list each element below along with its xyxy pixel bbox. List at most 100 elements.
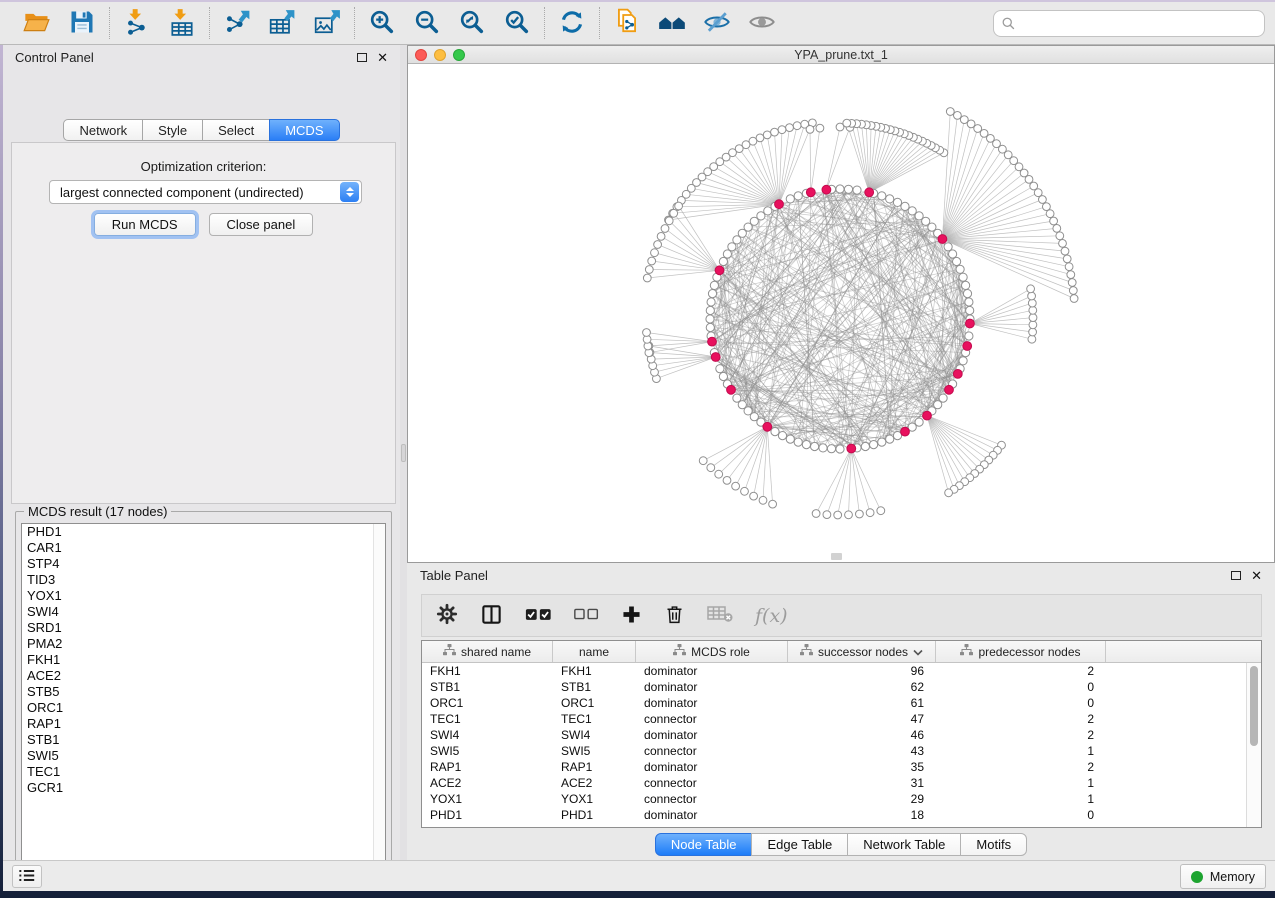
mcds-node-item[interactable]: SRD1: [22, 620, 385, 636]
tab-node-table[interactable]: Node Table: [655, 833, 753, 856]
table-cell[interactable]: 46: [788, 728, 936, 742]
table-cell[interactable]: 35: [788, 760, 936, 774]
table-cell[interactable]: 1: [936, 792, 1106, 806]
task-history-button[interactable]: [12, 865, 42, 888]
tab-style[interactable]: Style: [142, 119, 203, 141]
close-panel-button[interactable]: Close panel: [209, 213, 314, 236]
tab-select[interactable]: Select: [202, 119, 270, 141]
column-header-name[interactable]: name: [553, 641, 636, 662]
table-cell[interactable]: dominator: [636, 664, 788, 678]
table-cell[interactable]: TEC1: [422, 712, 553, 726]
function-builder-button[interactable]: f(x): [755, 601, 788, 631]
table-cell[interactable]: PHD1: [422, 808, 553, 822]
table-cell[interactable]: connector: [636, 712, 788, 726]
table-cell[interactable]: TEC1: [553, 712, 636, 726]
show-all-button[interactable]: [745, 6, 779, 40]
hide-selected-button[interactable]: [700, 6, 734, 40]
table-cell[interactable]: 1: [936, 776, 1106, 790]
tab-edge-table[interactable]: Edge Table: [751, 833, 848, 856]
table-row[interactable]: ORC1ORC1dominator610: [422, 695, 1246, 711]
table-cell[interactable]: 47: [788, 712, 936, 726]
zoom-out-button[interactable]: [410, 6, 444, 40]
table-cell[interactable]: FKH1: [553, 664, 636, 678]
table-cell[interactable]: connector: [636, 792, 788, 806]
table-row[interactable]: RAP1RAP1dominator352: [422, 759, 1246, 775]
table-cell[interactable]: connector: [636, 744, 788, 758]
column-header-shared-name[interactable]: shared name: [422, 641, 553, 662]
table-cell[interactable]: 2: [936, 728, 1106, 742]
table-cell[interactable]: FKH1: [422, 664, 553, 678]
mcds-node-item[interactable]: FKH1: [22, 652, 385, 668]
mcds-node-item[interactable]: SWI4: [22, 604, 385, 620]
table-cell[interactable]: 2: [936, 760, 1106, 774]
network-view[interactable]: [408, 64, 1274, 562]
mcds-node-item[interactable]: STB5: [22, 684, 385, 700]
zoom-selected-button[interactable]: [500, 6, 534, 40]
table-cell[interactable]: SWI5: [553, 744, 636, 758]
table-row[interactable]: YOX1YOX1connector291: [422, 791, 1246, 807]
table-cell[interactable]: PHD1: [553, 808, 636, 822]
delete-table-button[interactable]: [707, 601, 733, 631]
tab-network-table[interactable]: Network Table: [847, 833, 961, 856]
delete-column-button[interactable]: [664, 601, 685, 631]
zoom-fit-button[interactable]: [455, 6, 489, 40]
table-cell[interactable]: RAP1: [422, 760, 553, 774]
export-table-button[interactable]: [265, 6, 299, 40]
refresh-view-button[interactable]: [555, 6, 589, 40]
mcds-node-item[interactable]: CAR1: [22, 540, 385, 556]
table-cell[interactable]: 2: [936, 712, 1106, 726]
mcds-node-item[interactable]: ORC1: [22, 700, 385, 716]
table-row[interactable]: ACE2ACE2connector311: [422, 775, 1246, 791]
mcds-node-item[interactable]: TEC1: [22, 764, 385, 780]
export-network-button[interactable]: [220, 6, 254, 40]
table-cell[interactable]: ACE2: [422, 776, 553, 790]
import-network-button[interactable]: [120, 6, 154, 40]
table-cell[interactable]: 43: [788, 744, 936, 758]
table-settings-button[interactable]: [436, 601, 458, 631]
table-row[interactable]: FKH1FKH1dominator962: [422, 663, 1246, 679]
table-cell[interactable]: YOX1: [422, 792, 553, 806]
table-cell[interactable]: YOX1: [553, 792, 636, 806]
table-cell[interactable]: dominator: [636, 808, 788, 822]
table-cell[interactable]: SWI4: [553, 728, 636, 742]
panel-splitter[interactable]: [400, 45, 407, 860]
table-cell[interactable]: ORC1: [553, 696, 636, 710]
tab-mcds[interactable]: MCDS: [269, 119, 339, 141]
float-panel-icon[interactable]: [357, 53, 367, 62]
zoom-in-button[interactable]: [365, 6, 399, 40]
table-row[interactable]: STB1STB1dominator620: [422, 679, 1246, 695]
table-cell[interactable]: RAP1: [553, 760, 636, 774]
tab-network[interactable]: Network: [63, 119, 143, 141]
deselect-all-rows-button[interactable]: [574, 601, 599, 631]
network-window-titlebar[interactable]: YPA_prune.txt_1: [408, 46, 1274, 64]
mcds-node-item[interactable]: YOX1: [22, 588, 385, 604]
close-panel-icon[interactable]: ✕: [377, 51, 388, 64]
table-cell[interactable]: 29: [788, 792, 936, 806]
close-panel-icon[interactable]: ✕: [1251, 569, 1262, 582]
table-cell[interactable]: 31: [788, 776, 936, 790]
network-graph[interactable]: [408, 64, 1274, 562]
mcds-node-item[interactable]: PMA2: [22, 636, 385, 652]
table-row[interactable]: SWI4SWI4dominator462: [422, 727, 1246, 743]
table-row[interactable]: PHD1PHD1dominator180: [422, 807, 1246, 823]
mcds-node-item[interactable]: STB1: [22, 732, 385, 748]
table-cell[interactable]: STB1: [422, 680, 553, 694]
mcds-node-item[interactable]: ACE2: [22, 668, 385, 684]
column-header-MCDS-role[interactable]: MCDS role: [636, 641, 788, 662]
table-cell[interactable]: 0: [936, 680, 1106, 694]
table-cell[interactable]: 0: [936, 808, 1106, 822]
mcds-node-item[interactable]: TID3: [22, 572, 385, 588]
mcds-result-list[interactable]: PHD1CAR1STP4TID3YOX1SWI4SRD1PMA2FKH1ACE2…: [21, 523, 386, 878]
mcds-node-item[interactable]: RAP1: [22, 716, 385, 732]
column-header-successor-nodes[interactable]: successor nodes: [788, 641, 936, 662]
export-image-button[interactable]: [310, 6, 344, 40]
criterion-select[interactable]: largest connected component (undirected): [49, 180, 362, 204]
table-cell[interactable]: 18: [788, 808, 936, 822]
tab-motifs[interactable]: Motifs: [960, 833, 1027, 856]
import-table-button[interactable]: [165, 6, 199, 40]
table-cell[interactable]: connector: [636, 776, 788, 790]
table-cell[interactable]: 2: [936, 664, 1106, 678]
table-scrollbar[interactable]: [1246, 663, 1261, 827]
mcds-node-item[interactable]: STP4: [22, 556, 385, 572]
mcds-node-item[interactable]: PHD1: [22, 524, 385, 540]
